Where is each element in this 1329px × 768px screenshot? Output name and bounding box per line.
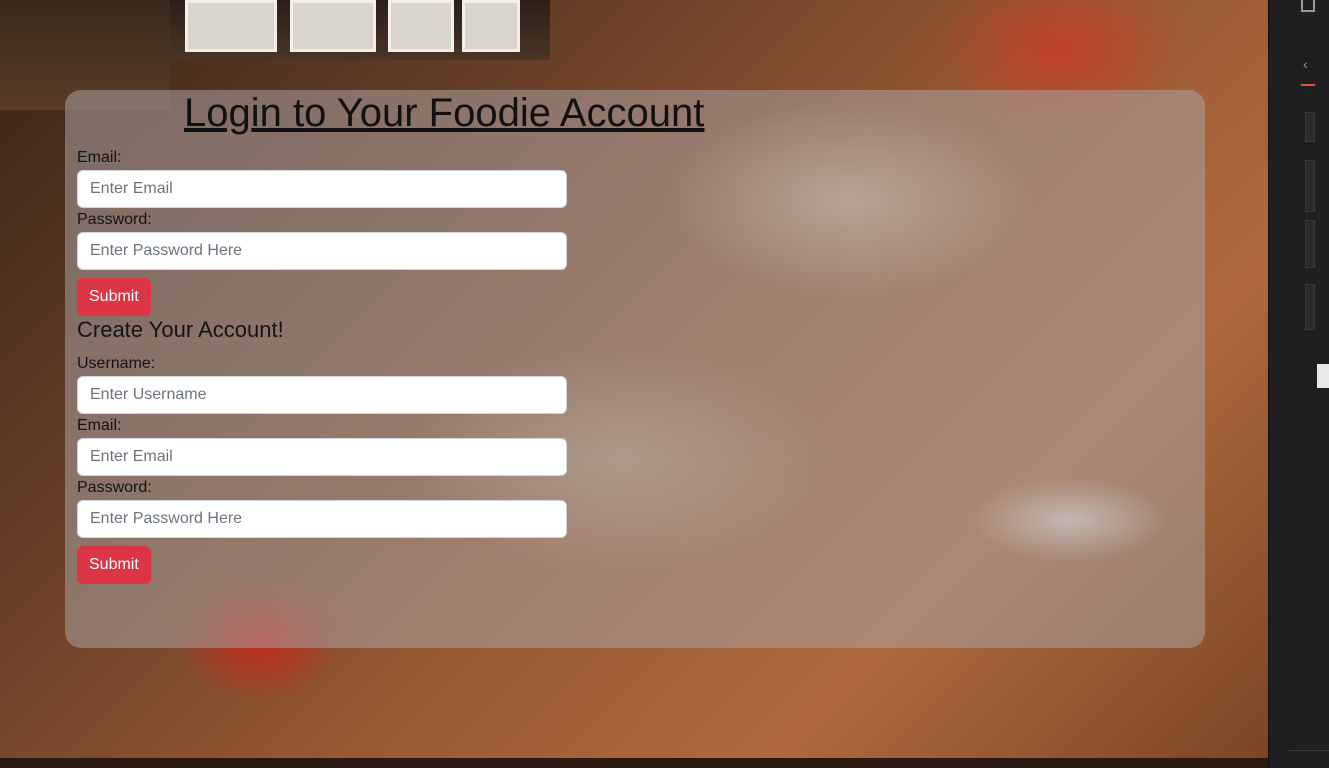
- register-password-input[interactable]: [77, 500, 567, 538]
- chevron-left-icon[interactable]: ‹: [1303, 56, 1308, 72]
- active-indicator: [1301, 84, 1315, 86]
- background-picture-frame: [290, 0, 376, 52]
- register-submit-button[interactable]: Submit: [77, 546, 151, 584]
- register-email-label: Email:: [77, 417, 122, 434]
- login-email-label: Email:: [77, 149, 122, 166]
- login-password-label: Password:: [77, 211, 152, 228]
- page-title: Login to Your Foodie Account: [184, 91, 705, 135]
- login-card: Login to Your Foodie Account Email: Pass…: [65, 90, 1205, 648]
- side-panel-control[interactable]: [1305, 112, 1315, 142]
- register-password-label: Password:: [77, 479, 152, 496]
- register-email-input[interactable]: [77, 438, 567, 476]
- background-picture-frame: [388, 0, 454, 52]
- login-submit-button[interactable]: Submit: [77, 278, 151, 316]
- create-account-heading: Create Your Account!: [77, 317, 284, 342]
- register-username-label: Username:: [77, 355, 156, 372]
- background-bottom-edge: [0, 758, 1268, 768]
- background-picture-frame: [462, 0, 520, 52]
- scrollbar-thumb[interactable]: [1317, 364, 1329, 388]
- register-username-input[interactable]: [77, 376, 567, 414]
- tab-icon[interactable]: [1301, 0, 1315, 12]
- login-email-input[interactable]: [77, 170, 567, 208]
- background-picture-frame: [185, 0, 277, 52]
- divider: [1289, 750, 1329, 751]
- login-password-input[interactable]: [77, 232, 567, 270]
- side-panel-control[interactable]: [1305, 220, 1315, 268]
- browser-side-panel: ‹: [1268, 0, 1329, 768]
- side-panel-control[interactable]: [1305, 284, 1315, 330]
- side-panel-control[interactable]: [1305, 160, 1315, 212]
